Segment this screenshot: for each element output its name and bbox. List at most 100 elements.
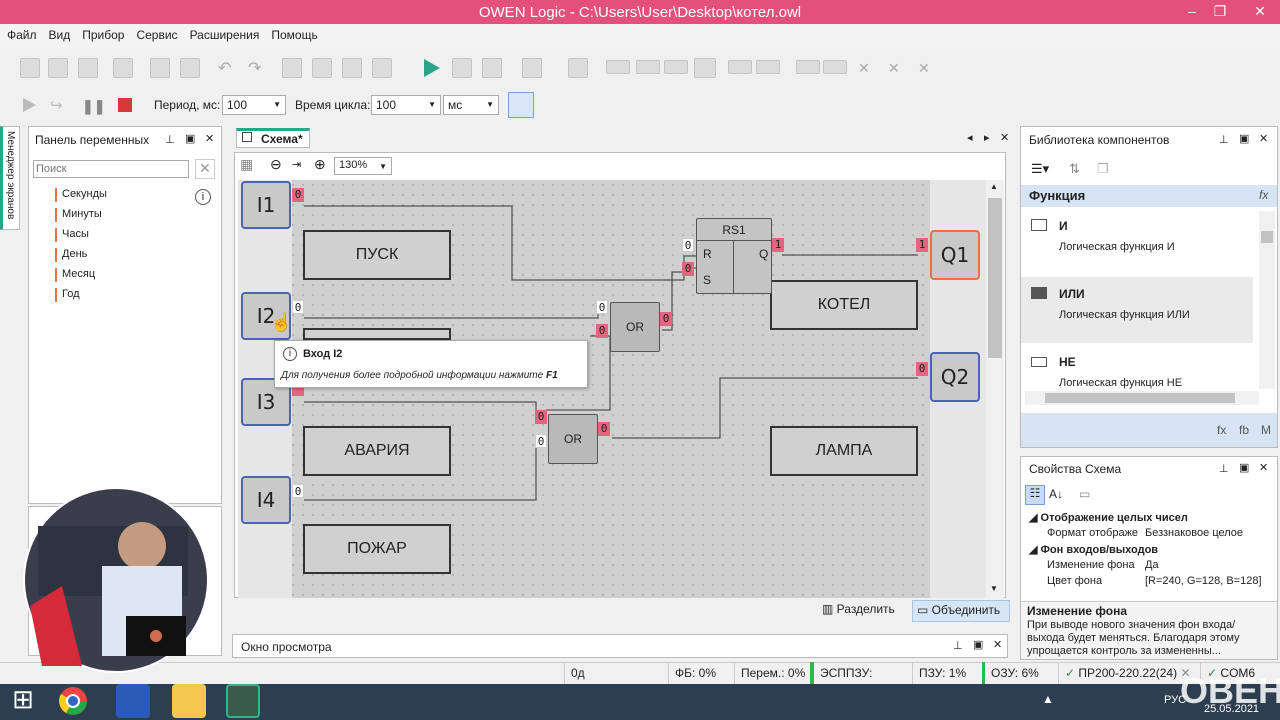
alpha-sort-icon[interactable]: A↓: [1049, 487, 1063, 501]
not-gate-icon: [1031, 357, 1047, 367]
owen-logic-taskbar-icon[interactable]: [226, 684, 260, 718]
tooltip-info-icon: i: [283, 347, 297, 361]
pin-i4: 0: [292, 484, 304, 498]
rs-divider: [733, 241, 734, 293]
prop-group-int-display[interactable]: ◢ Отображение целых чисел: [1029, 511, 1188, 524]
floppy-app-icon[interactable]: [116, 684, 150, 718]
props-max-icon[interactable]: ▣: [1239, 461, 1249, 474]
collapse-icon[interactable]: ❐: [1097, 161, 1109, 177]
lib-tab-fb[interactable]: fb: [1239, 423, 1249, 437]
lib-tab-fx[interactable]: fx: [1217, 423, 1226, 437]
pin-or1-b: 0: [596, 324, 608, 338]
preview-max-icon[interactable]: ▣: [973, 638, 983, 651]
status-vars: Перем.: 0%: [734, 662, 808, 684]
library-section-title: Функция: [1029, 188, 1086, 203]
library-scroll-thumb[interactable]: [1261, 231, 1273, 243]
pin-rs-r: 0: [682, 238, 694, 252]
pin-or1-a: 0: [596, 300, 608, 314]
categorized-icon[interactable]: ☷: [1025, 485, 1045, 505]
split-button[interactable]: ▥ Разделить: [822, 602, 895, 616]
pin-q2: 0: [916, 362, 928, 376]
tooltip: i Вход I2 Для получения более подробной …: [274, 340, 588, 388]
lib-item-not-desc: Логическая функция НЕ: [1059, 377, 1183, 389]
library-section-header[interactable]: Функция fx: [1021, 185, 1277, 207]
owen-watermark: ОВЕН: [1180, 670, 1280, 711]
lib-item-or-desc: Логическая функция ИЛИ: [1059, 309, 1190, 321]
and-gate-icon: [1031, 219, 1047, 231]
library-title: Библиотека компонентов: [1029, 133, 1170, 147]
rs-title: RS1: [697, 219, 771, 241]
label-pusk[interactable]: ПУСК: [303, 230, 451, 280]
prop-bg-color-value[interactable]: [R=240, G=128, B=128]: [1145, 575, 1262, 587]
pin-i2: 0: [292, 300, 304, 314]
library-hscroll-thumb[interactable]: [1045, 393, 1235, 403]
library-max-icon[interactable]: ▣: [1239, 132, 1249, 145]
lib-tab-m[interactable]: М: [1261, 423, 1271, 437]
properties-title: Свойства Схема: [1029, 462, 1122, 476]
library-panel: Библиотека компонентов ⊥ ▣ ✕ ☰▾ ⇅ ❐ Функ…: [1020, 126, 1278, 448]
status-pzu: ПЗУ: 1%: [912, 662, 972, 684]
view-list-icon[interactable]: ☰▾: [1031, 161, 1049, 177]
pin-or1-out: 0: [660, 312, 672, 326]
label-lampa[interactable]: ЛАМПА: [770, 426, 918, 476]
rs-trigger-block[interactable]: RS1 R S Q: [696, 218, 772, 294]
or-gate-1[interactable]: OR: [610, 302, 660, 352]
preview-title: Окно просмотра: [241, 640, 332, 654]
output-block-q1[interactable]: Q1: [930, 230, 980, 280]
prop-format-value[interactable]: Беззнаковое целое: [1145, 527, 1243, 539]
preview-close-icon[interactable]: ✕: [993, 638, 1002, 651]
library-scrollbar[interactable]: [1259, 211, 1275, 389]
input-block-i1[interactable]: I1: [241, 181, 291, 229]
or-gate-icon: [1031, 287, 1047, 299]
webcam-overlay: [23, 487, 209, 673]
lib-item-and-desc: Логическая функция И: [1059, 241, 1175, 253]
properties-panel: Свойства Схема ⊥ ▣ ✕ ☷ A↓ ▭ ◢ Отображени…: [1020, 456, 1278, 660]
lib-item-and[interactable]: И Логическая функция И: [1021, 211, 1261, 275]
library-tabs: fx fb М: [1021, 413, 1277, 447]
library-close-icon[interactable]: ✕: [1259, 132, 1268, 145]
folder-icon[interactable]: [172, 684, 206, 718]
pin-or2-a: 0: [535, 410, 547, 424]
tray-up-icon[interactable]: ▲: [1042, 692, 1054, 706]
prop-bg-change-name: Изменение фона: [1047, 559, 1135, 571]
property-pages-icon[interactable]: ▭: [1079, 487, 1090, 501]
prop-bg-change-value[interactable]: Да: [1145, 559, 1159, 571]
lib-item-not-name: НЕ: [1059, 355, 1076, 369]
property-help: Изменение фона При выводе нового значени…: [1021, 601, 1277, 659]
props-pin-icon[interactable]: ⊥: [1219, 462, 1229, 475]
fx-icon: fx: [1259, 188, 1269, 202]
props-close-icon[interactable]: ✕: [1259, 461, 1268, 474]
lib-item-and-name: И: [1059, 219, 1068, 233]
tooltip-title: Вход I2: [303, 348, 343, 360]
library-hscrollbar[interactable]: [1025, 391, 1259, 405]
status-ozu: ОЗУ: 6%: [982, 662, 1052, 684]
prop-bg-color-name: Цвет фона: [1047, 575, 1103, 587]
or-gate-2[interactable]: OR: [548, 414, 598, 464]
preview-panel: Окно просмотра ⊥ ▣ ✕: [232, 634, 1008, 658]
lib-item-not[interactable]: НЕ Логическая функция НЕ: [1021, 347, 1261, 391]
rs-r-label: R: [703, 247, 712, 261]
tooltip-text: Для получения более подробной информации…: [281, 370, 558, 381]
input-block-i4[interactable]: I4: [241, 476, 291, 524]
preview-pin-icon[interactable]: ⊥: [953, 639, 963, 652]
start-icon[interactable]: ⊞: [6, 684, 40, 718]
library-pin-icon[interactable]: ⊥: [1219, 133, 1229, 146]
merge-button[interactable]: ▭ Объединить: [912, 600, 1010, 622]
pin-rs-q: 1: [772, 238, 784, 252]
status-device[interactable]: ✓ ПР200-220.22(24) ✕: [1058, 662, 1194, 684]
mouse-cursor-icon: ☝: [270, 312, 293, 332]
help-text: При выводе нового значения фон входа/вых…: [1027, 619, 1240, 657]
label-stop-partial[interactable]: [303, 328, 451, 340]
chrome-icon[interactable]: [56, 684, 90, 718]
pin-or2-out: 0: [598, 422, 610, 436]
status-fb: ФБ: 0%: [668, 662, 728, 684]
sort-icon[interactable]: ⇅: [1069, 161, 1080, 177]
prop-group-io-bg[interactable]: ◢ Фон входов/выходов: [1029, 543, 1158, 556]
label-kotel[interactable]: КОТЕЛ: [770, 280, 918, 330]
label-pozhar[interactable]: ПОЖАР: [303, 524, 451, 574]
pin-q1: 1: [916, 238, 928, 252]
label-avariya[interactable]: АВАРИЯ: [303, 426, 451, 476]
output-block-q2[interactable]: Q2: [930, 352, 980, 402]
help-title: Изменение фона: [1027, 604, 1127, 618]
lib-item-or[interactable]: ИЛИ Логическая функция ИЛИ: [1021, 277, 1253, 343]
